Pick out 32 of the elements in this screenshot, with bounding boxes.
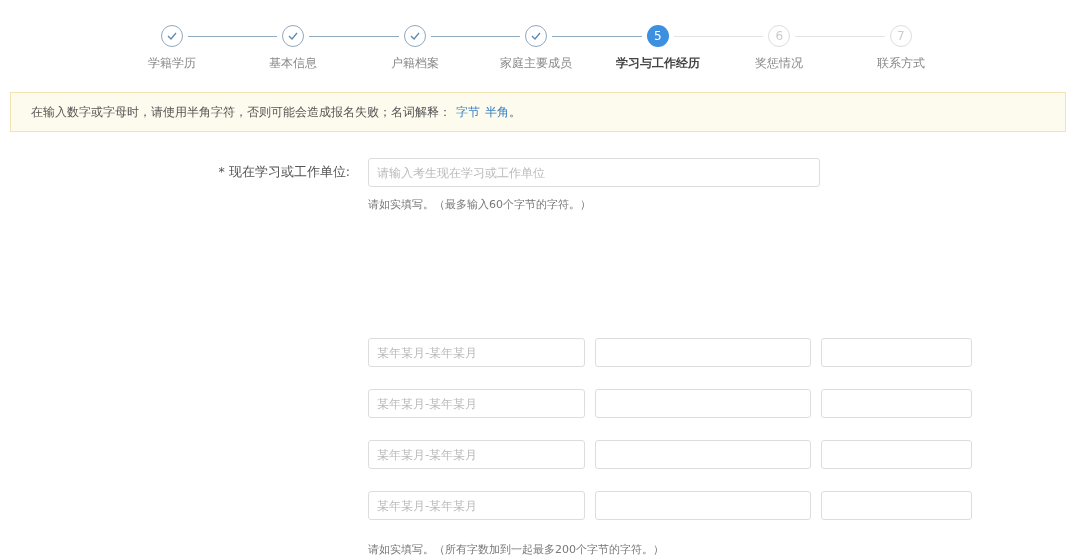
position-input[interactable] — [821, 389, 972, 418]
unit-input[interactable]: 请输入考生现在学习或工作单位 — [368, 158, 820, 187]
step-indicator[interactable]: 5 — [646, 25, 669, 47]
step-label: 户籍档案 — [390, 55, 439, 72]
organization-input[interactable] — [595, 440, 811, 469]
field-label: * 现在学习或工作单位: — [217, 164, 350, 181]
term-link[interactable]: 字节 — [456, 103, 480, 121]
organization-input[interactable] — [595, 491, 811, 520]
hint-text: 请如实填写。（所有字数加到一起最多200个字节的字符。） — [368, 542, 665, 556]
hint-text: 请如实填写。（最多输入60个字节的字符。） — [368, 197, 592, 212]
period-input[interactable]: 某年某月-某年某月 — [368, 491, 585, 520]
check-icon — [531, 32, 542, 40]
step-label: 家庭主要成员 — [500, 55, 573, 72]
notice-end: 。 — [509, 103, 521, 121]
notice-text: 在输入数字或字母时，请使用半角字符，否则可能会造成报名失败；名词解释： — [31, 103, 451, 121]
check-icon — [409, 32, 420, 40]
period-input[interactable]: 某年某月-某年某月 — [368, 389, 585, 418]
check-icon — [166, 32, 177, 40]
period-input[interactable]: 某年某月-某年某月 — [368, 440, 585, 469]
period-input[interactable]: 某年某月-某年某月 — [368, 338, 585, 367]
step-label: 基本信息 — [269, 55, 318, 72]
step-label: 奖惩情况 — [755, 55, 804, 72]
step-label: 学籍学历 — [147, 55, 196, 72]
check-icon — [288, 32, 299, 40]
organization-input[interactable] — [595, 389, 811, 418]
term-link[interactable]: 半角 — [485, 103, 509, 121]
step-label: 学习与工作经历 — [615, 55, 700, 72]
organization-input[interactable] — [595, 338, 811, 367]
position-input[interactable] — [821, 440, 972, 469]
position-input[interactable] — [821, 491, 972, 520]
position-input[interactable] — [821, 338, 972, 367]
step-label: 联系方式 — [876, 55, 925, 72]
